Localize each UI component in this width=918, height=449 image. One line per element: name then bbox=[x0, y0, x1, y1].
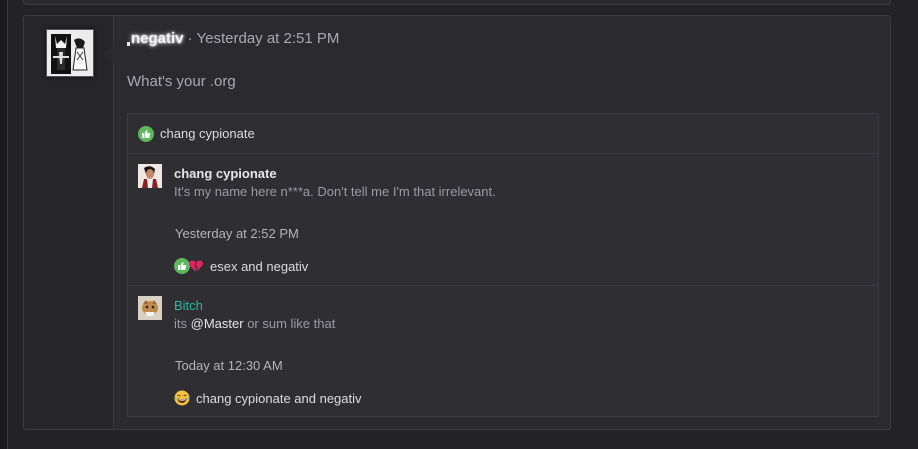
reply-avatar[interactable] bbox=[138, 296, 162, 320]
reply-author[interactable]: chang cypionate bbox=[174, 166, 277, 181]
reply-reaction-users[interactable]: chang cypionate and negativ bbox=[196, 391, 362, 406]
reactions-summary-users[interactable]: chang cypionate bbox=[160, 126, 255, 141]
post-body: What's your .org bbox=[127, 73, 236, 90]
reply-text-prefix: its bbox=[174, 316, 187, 331]
post-pointer-arrow bbox=[104, 45, 114, 63]
previous-post-edge bbox=[23, 0, 891, 5]
laugh-icon bbox=[174, 390, 190, 406]
username-mark bbox=[127, 42, 130, 46]
reactions-box: chang cypionate chang cypionate It's my … bbox=[127, 113, 879, 417]
reply-text-suffix: or sum like that bbox=[247, 316, 336, 331]
post-username-text[interactable]: negativ bbox=[131, 30, 184, 47]
reply-text: It's my name here n***a. Don't tell me I… bbox=[174, 184, 496, 199]
reply-reactions[interactable]: chang cypionate and negativ bbox=[174, 390, 362, 406]
reply-author[interactable]: Bitch bbox=[174, 298, 203, 313]
post-timestamp[interactable]: Yesterday at 2:51 PM bbox=[197, 30, 340, 47]
reply-timestamp[interactable]: Today at 12:30 AM bbox=[175, 358, 283, 373]
page-rail bbox=[0, 0, 8, 449]
reply-text: its @Master or sum like that bbox=[174, 316, 335, 331]
like-icon bbox=[138, 125, 154, 142]
user-avatar[interactable] bbox=[46, 29, 94, 77]
header-separator: · bbox=[187, 30, 193, 47]
post-username[interactable]: negativ bbox=[127, 30, 184, 47]
post-user-column bbox=[24, 16, 114, 429]
reactions-summary[interactable]: chang cypionate bbox=[128, 114, 878, 154]
avatar-art bbox=[47, 30, 93, 76]
post-main: negativ · Yesterday at 2:51 PM What's your… bbox=[115, 16, 890, 429]
reply-avatar[interactable] bbox=[138, 164, 162, 188]
reply-item: Bitch its @Master or sum like that Today… bbox=[128, 286, 878, 416]
user-mention[interactable]: @Master bbox=[191, 316, 244, 331]
post: negativ · Yesterday at 2:51 PM What's your… bbox=[23, 15, 891, 430]
post-header: negativ · Yesterday at 2:51 PM bbox=[127, 30, 339, 47]
reply-reactions[interactable]: esex and negativ bbox=[174, 258, 308, 274]
love-icon bbox=[188, 258, 204, 274]
reply-timestamp[interactable]: Yesterday at 2:52 PM bbox=[175, 226, 299, 241]
reply-item: chang cypionate It's my name here n***a.… bbox=[128, 154, 878, 286]
reply-reaction-users[interactable]: esex and negativ bbox=[210, 259, 308, 274]
